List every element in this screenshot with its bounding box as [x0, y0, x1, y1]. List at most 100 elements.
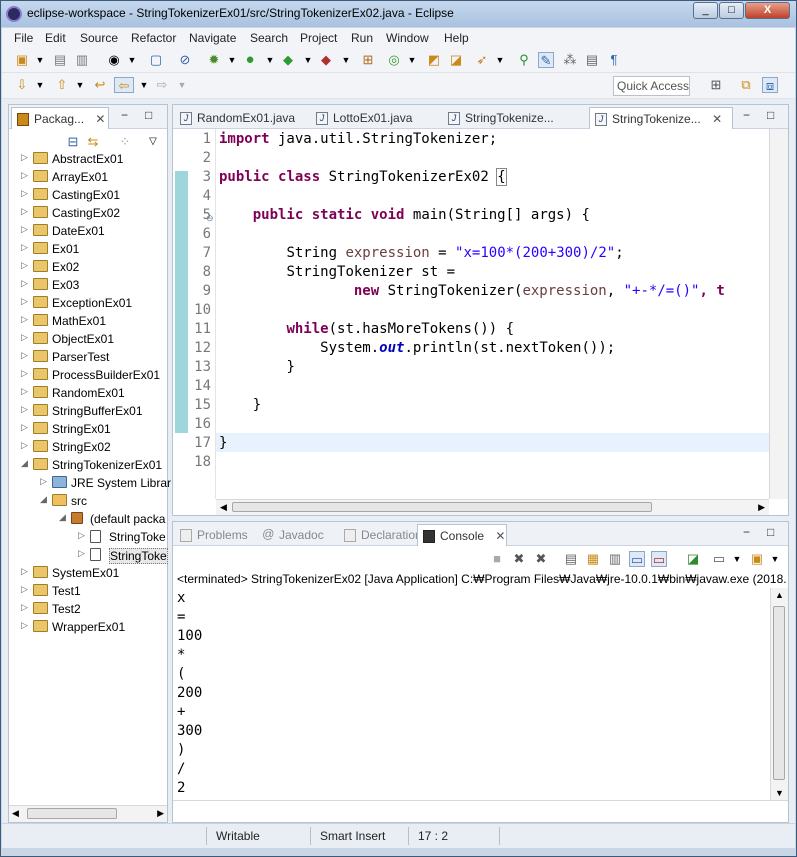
collapsed-arrow-icon[interactable]: ▷ — [78, 548, 85, 559]
forward-icon[interactable]: ⇨ — [154, 77, 170, 93]
word-wrap-icon[interactable]: ▥ — [607, 551, 623, 567]
collapsed-arrow-icon[interactable]: ▷ — [21, 350, 28, 361]
tab-package-explorer[interactable]: Packag... ✕ — [11, 107, 109, 129]
debug-icon[interactable]: ✹ — [206, 52, 222, 68]
quick-access-input[interactable]: Quick Access — [613, 76, 690, 96]
chevron-down-icon[interactable]: ▼ — [767, 551, 783, 567]
view-menu-icon[interactable]: ▽ — [145, 134, 161, 150]
collapsed-arrow-icon[interactable]: ▷ — [21, 278, 28, 289]
chevron-down-icon[interactable]: ▼ — [72, 77, 88, 93]
chevron-down-icon[interactable]: ▼ — [492, 52, 508, 68]
scrollbar-thumb[interactable] — [27, 808, 117, 819]
collapsed-arrow-icon[interactable]: ▷ — [21, 602, 28, 613]
terminate-icon[interactable]: ■ — [489, 551, 505, 567]
maximize-view-icon[interactable]: □ — [767, 525, 774, 539]
save-all-icon[interactable]: ▥ — [74, 52, 90, 68]
collapse-all-icon[interactable]: ⊟ — [65, 134, 81, 150]
open-type-icon[interactable]: ◩ — [426, 52, 442, 68]
chevron-down-icon[interactable]: ▼ — [262, 52, 278, 68]
mark-occurrences-icon[interactable]: ✎ — [538, 52, 554, 68]
minimize-view-icon[interactable]: − — [121, 108, 128, 122]
collapsed-arrow-icon[interactable]: ▷ — [21, 314, 28, 325]
chevron-down-icon[interactable]: ▼ — [124, 52, 140, 68]
word-wrap-icon[interactable]: ▤ — [584, 52, 600, 68]
menu-edit[interactable]: Edit — [45, 31, 66, 45]
remove-launch-icon[interactable]: ✖ — [511, 551, 527, 567]
scroll-right-icon[interactable]: ▶ — [758, 502, 765, 513]
collapsed-arrow-icon[interactable]: ▷ — [21, 620, 28, 631]
external-tools-icon[interactable]: ◆ — [318, 52, 334, 68]
collapsed-arrow-icon[interactable]: ▷ — [21, 242, 28, 253]
new-icon[interactable]: ▣ — [14, 52, 30, 68]
show-whitespace-icon[interactable]: ¶ — [606, 52, 622, 68]
open-perspective-icon[interactable]: ⊞ — [708, 77, 724, 93]
console-view-icon[interactable]: ▢ — [148, 52, 164, 68]
scroll-left-icon[interactable]: ◀ — [12, 808, 19, 819]
collapsed-arrow-icon[interactable]: ▷ — [21, 152, 28, 163]
block-selection-icon[interactable]: ⁂ — [562, 52, 578, 68]
terminal-icon[interactable]: ◉ — [106, 52, 122, 68]
menu-run[interactable]: Run — [351, 31, 373, 45]
chevron-down-icon[interactable]: ▼ — [300, 52, 316, 68]
scroll-up-icon[interactable]: ▲ — [775, 590, 784, 600]
collapsed-arrow-icon[interactable]: ▷ — [40, 476, 47, 487]
menu-help[interactable]: Help — [444, 31, 469, 45]
collapsed-arrow-icon[interactable]: ▷ — [21, 584, 28, 595]
back-icon[interactable]: ⇦ — [114, 77, 134, 93]
show-on-stderr-icon[interactable]: ▭ — [651, 551, 667, 567]
collapsed-arrow-icon[interactable]: ▷ — [21, 566, 28, 577]
minimize-button[interactable]: _ — [693, 2, 718, 19]
open-console-icon[interactable]: ▣ — [749, 551, 765, 567]
expanded-arrow-icon[interactable]: ◢ — [40, 494, 47, 505]
new-class-icon[interactable]: ◎ — [386, 52, 402, 68]
collapsed-arrow-icon[interactable]: ▷ — [21, 404, 28, 415]
tab-javadoc[interactable]: @ Javadoc — [257, 524, 337, 546]
menu-refactor[interactable]: Refactor — [131, 31, 176, 45]
remove-all-icon[interactable]: ✖ — [533, 551, 549, 567]
scroll-left-icon[interactable]: ◀ — [220, 502, 227, 513]
tab-console[interactable]: Console ✕ — [417, 524, 507, 546]
collapsed-arrow-icon[interactable]: ▷ — [21, 170, 28, 181]
menu-window[interactable]: Window — [386, 31, 429, 45]
coverage-icon[interactable]: ◆ — [280, 52, 296, 68]
save-icon[interactable]: ▤ — [52, 52, 68, 68]
toggle-annotation-icon[interactable]: ⚲ — [516, 52, 532, 68]
collapsed-arrow-icon[interactable]: ▷ — [21, 296, 28, 307]
collapsed-arrow-icon[interactable]: ▷ — [21, 386, 28, 397]
skip-breakpoints-icon[interactable]: ⊘ — [177, 52, 193, 68]
collapsed-arrow-icon[interactable]: ▷ — [21, 440, 28, 451]
editor-horizontal-scrollbar[interactable]: ◀ ▶ — [216, 499, 769, 515]
focus-icon[interactable]: ⁘ — [117, 134, 133, 150]
collapsed-arrow-icon[interactable]: ▷ — [21, 206, 28, 217]
open-task-icon[interactable]: ◪ — [448, 52, 464, 68]
collapsed-arrow-icon[interactable]: ▷ — [78, 530, 85, 541]
next-annotation-icon[interactable]: ⇩ — [14, 77, 30, 93]
display-console-icon[interactable]: ▭ — [711, 551, 727, 567]
collapsed-arrow-icon[interactable]: ▷ — [21, 260, 28, 271]
close-icon[interactable]: ✕ — [95, 112, 105, 126]
collapsed-arrow-icon[interactable]: ▷ — [21, 368, 28, 379]
pin-console-icon[interactable]: ◪ — [685, 551, 701, 567]
menu-source[interactable]: Source — [80, 31, 118, 45]
scroll-lock-icon[interactable]: ▦ — [585, 551, 601, 567]
new-java-project-icon[interactable]: ⊞ — [360, 52, 376, 68]
chevron-down-icon[interactable]: ▼ — [404, 52, 420, 68]
maximize-button[interactable]: □ — [719, 2, 744, 19]
chevron-down-icon[interactable]: ▼ — [136, 77, 152, 93]
scrollbar-thumb[interactable] — [232, 502, 652, 512]
chevron-down-icon[interactable]: ▼ — [32, 52, 48, 68]
scroll-down-icon[interactable]: ▼ — [775, 788, 784, 798]
chevron-down-icon[interactable]: ▼ — [729, 551, 745, 567]
expanded-arrow-icon[interactable]: ◢ — [21, 458, 28, 469]
menu-search[interactable]: Search — [250, 31, 288, 45]
last-edit-location-icon[interactable]: ↩ — [92, 77, 108, 93]
link-with-editor-icon[interactable]: ⇆ — [85, 134, 101, 150]
show-on-stdout-icon[interactable]: ▭ — [629, 551, 645, 567]
collapsed-arrow-icon[interactable]: ▷ — [21, 422, 28, 433]
console-vertical-scrollbar[interactable]: ▲ ▼ — [770, 588, 788, 800]
fold-toggle-icon[interactable]: ⊖ — [206, 213, 214, 224]
chevron-down-icon[interactable]: ▼ — [174, 77, 190, 93]
clear-console-icon[interactable]: ▤ — [563, 551, 579, 567]
chevron-down-icon[interactable]: ▼ — [32, 77, 48, 93]
scroll-right-icon[interactable]: ▶ — [157, 808, 164, 819]
